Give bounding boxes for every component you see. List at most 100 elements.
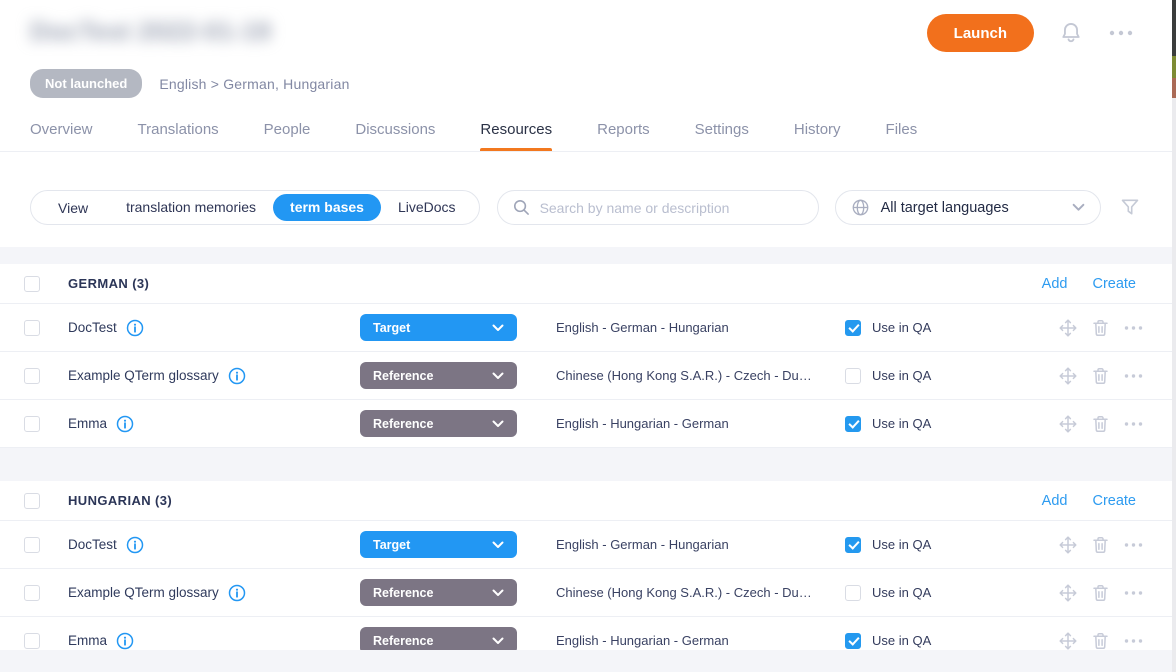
segment-livedocs[interactable]: LiveDocs xyxy=(381,194,473,221)
term-base-row: DocTest Target English - German - Hungar… xyxy=(0,521,1176,569)
chevron-down-icon xyxy=(492,589,504,597)
use-in-qa-checkbox[interactable] xyxy=(845,320,861,336)
tab-history[interactable]: History xyxy=(794,107,841,151)
chevron-down-icon xyxy=(492,324,504,332)
role-dropdown[interactable]: Target xyxy=(360,531,517,558)
section-select-checkbox[interactable] xyxy=(24,493,40,509)
move-icon[interactable] xyxy=(1058,414,1078,434)
role-dropdown-label: Reference xyxy=(373,417,433,431)
target-language-select[interactable]: All target languages xyxy=(835,190,1101,225)
use-in-qa-checkbox[interactable] xyxy=(845,537,861,553)
role-dropdown[interactable]: Target xyxy=(360,314,517,341)
chevron-down-icon xyxy=(492,637,504,645)
term-base-row: Example QTerm glossary Reference Chinese… xyxy=(0,569,1176,617)
row-more-options-icon[interactable] xyxy=(1123,420,1144,428)
tab-people[interactable]: People xyxy=(264,107,311,151)
resource-name: Example QTerm glossary xyxy=(68,368,219,383)
trash-icon[interactable] xyxy=(1091,366,1110,386)
tab-reports[interactable]: Reports xyxy=(597,107,650,151)
role-dropdown-label: Reference xyxy=(373,634,433,648)
resource-name: DocTest xyxy=(68,537,117,552)
tab-discussions[interactable]: Discussions xyxy=(355,107,435,151)
search-box xyxy=(497,190,819,225)
row-select-checkbox[interactable] xyxy=(24,537,40,553)
tab-translations[interactable]: Translations xyxy=(138,107,219,151)
status-badge: Not launched xyxy=(30,69,142,98)
languages-cell: English - German - Hungarian xyxy=(556,320,814,335)
add-link[interactable]: Add xyxy=(1042,276,1068,292)
info-icon[interactable] xyxy=(116,632,134,650)
role-dropdown[interactable]: Reference xyxy=(360,362,517,389)
create-link[interactable]: Create xyxy=(1092,493,1136,509)
use-in-qa-checkbox[interactable] xyxy=(845,368,861,384)
languages-cell: Chinese (Hong Kong S.A.R.) - Czech - Du… xyxy=(556,368,814,383)
trash-icon[interactable] xyxy=(1091,535,1110,555)
row-more-options-icon[interactable] xyxy=(1123,372,1144,380)
segment-translation-memories[interactable]: translation memories xyxy=(109,194,273,221)
trash-icon[interactable] xyxy=(1091,583,1110,603)
use-in-qa-label: Use in QA xyxy=(872,537,931,552)
row-select-checkbox[interactable] xyxy=(24,320,40,336)
trash-icon[interactable] xyxy=(1091,414,1110,434)
use-in-qa-label: Use in QA xyxy=(872,320,931,335)
tab-files[interactable]: Files xyxy=(886,107,918,151)
notifications-bell-icon[interactable] xyxy=(1058,20,1084,46)
info-icon[interactable] xyxy=(126,319,144,337)
move-icon[interactable] xyxy=(1058,583,1078,603)
info-icon[interactable] xyxy=(228,584,246,602)
trash-icon[interactable] xyxy=(1091,631,1110,651)
resource-table: GERMAN (3) Add Create DocTest Target xyxy=(0,264,1176,665)
create-link[interactable]: Create xyxy=(1092,276,1136,292)
section-header: HUNGARIAN (3) Add Create xyxy=(0,481,1176,521)
info-icon[interactable] xyxy=(228,367,246,385)
use-in-qa-label: Use in QA xyxy=(872,416,931,431)
resource-name: Emma xyxy=(68,416,107,431)
role-dropdown-label: Reference xyxy=(373,586,433,600)
info-icon[interactable] xyxy=(126,536,144,554)
segment-term-bases[interactable]: term bases xyxy=(273,194,381,221)
tab-overview[interactable]: Overview xyxy=(30,107,93,151)
target-language-value: All target languages xyxy=(881,200,1009,216)
info-icon[interactable] xyxy=(116,415,134,433)
more-options-icon[interactable] xyxy=(1108,28,1134,38)
row-select-checkbox[interactable] xyxy=(24,633,40,649)
move-icon[interactable] xyxy=(1058,631,1078,651)
top-actions: Launch xyxy=(927,12,1134,52)
globe-icon xyxy=(851,198,870,217)
trash-icon[interactable] xyxy=(1091,318,1110,338)
term-base-row: Emma Reference English - Hungarian - Ger… xyxy=(0,400,1176,448)
use-in-qa-label: Use in QA xyxy=(872,368,931,383)
row-actions xyxy=(1058,318,1144,338)
subheader: Not launched English > German, Hungarian xyxy=(0,52,1176,98)
use-in-qa-checkbox[interactable] xyxy=(845,633,861,649)
launch-button[interactable]: Launch xyxy=(927,14,1034,52)
language-section: GERMAN (3) Add Create DocTest Target xyxy=(0,264,1176,448)
row-select-checkbox[interactable] xyxy=(24,416,40,432)
row-more-options-icon[interactable] xyxy=(1123,637,1144,645)
row-select-checkbox[interactable] xyxy=(24,585,40,601)
section-title: GERMAN (3) xyxy=(68,276,149,291)
filter-funnel-icon[interactable] xyxy=(1120,198,1140,217)
search-input[interactable] xyxy=(540,200,803,216)
top-bar: DocTest 2022-01-19 Launch xyxy=(0,0,1176,52)
term-base-row: DocTest Target English - German - Hungar… xyxy=(0,304,1176,352)
row-select-checkbox[interactable] xyxy=(24,368,40,384)
section-gap xyxy=(0,448,1176,481)
add-link[interactable]: Add xyxy=(1042,493,1068,509)
row-more-options-icon[interactable] xyxy=(1123,541,1144,549)
role-dropdown[interactable]: Reference xyxy=(360,579,517,606)
tab-settings[interactable]: Settings xyxy=(695,107,749,151)
role-dropdown[interactable]: Reference xyxy=(360,410,517,437)
screen-edge-artifact xyxy=(1172,0,1176,672)
tabs: Overview Translations People Discussions Res… xyxy=(0,107,1176,152)
chevron-down-icon xyxy=(492,420,504,428)
row-more-options-icon[interactable] xyxy=(1123,324,1144,332)
use-in-qa-checkbox[interactable] xyxy=(845,585,861,601)
move-icon[interactable] xyxy=(1058,366,1078,386)
move-icon[interactable] xyxy=(1058,535,1078,555)
section-select-checkbox[interactable] xyxy=(24,276,40,292)
use-in-qa-checkbox[interactable] xyxy=(845,416,861,432)
tab-resources[interactable]: Resources xyxy=(480,107,552,151)
row-more-options-icon[interactable] xyxy=(1123,589,1144,597)
move-icon[interactable] xyxy=(1058,318,1078,338)
